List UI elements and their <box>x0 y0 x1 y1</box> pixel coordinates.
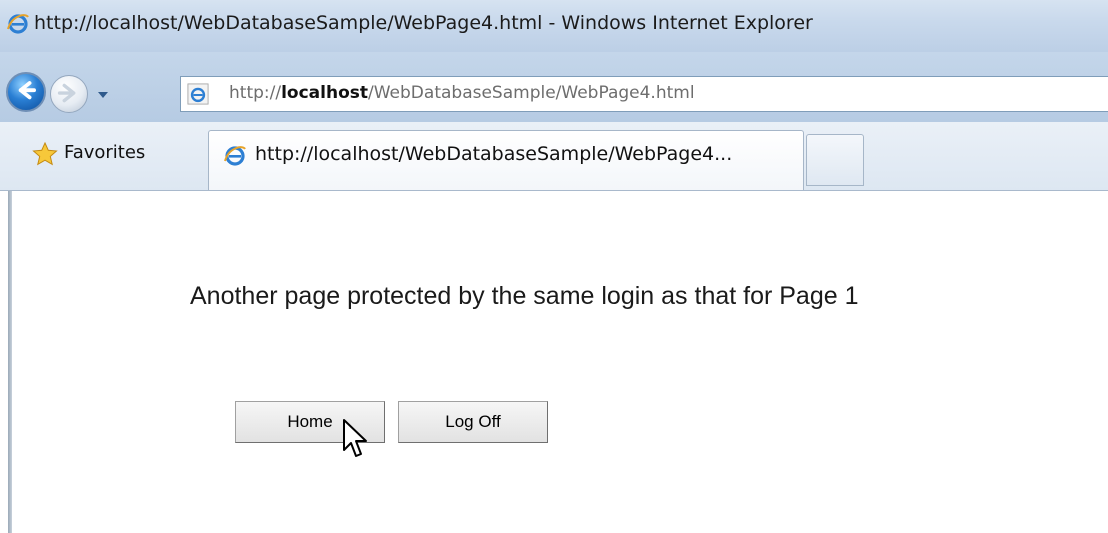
internet-explorer-icon <box>7 14 29 34</box>
page-heading: Another page protected by the same login… <box>190 282 859 310</box>
favorites-button[interactable]: Favorites <box>64 142 145 163</box>
mouse-pointer-icon <box>343 419 367 457</box>
favorites-bar: Favorites http://localhost/WebDatabaseSa… <box>0 122 1108 191</box>
address-url[interactable]: http://localhost/WebDatabaseSample/WebPa… <box>229 83 695 103</box>
window-title: http://localhost/WebDatabaseSample/WebPa… <box>34 12 813 34</box>
window-frame-edge <box>8 191 12 533</box>
address-path: /WebDatabaseSample/WebPage4.html <box>368 83 695 103</box>
tab-title: http://localhost/WebDatabaseSample/WebPa… <box>255 143 733 165</box>
back-button[interactable] <box>6 72 46 112</box>
log-off-button[interactable]: Log Off <box>398 401 548 443</box>
window-title-bar[interactable]: http://localhost/WebDatabaseSample/WebPa… <box>0 0 1108 52</box>
address-prefix: http:// <box>229 83 282 103</box>
internet-explorer-icon <box>187 83 209 105</box>
back-arrow-icon <box>18 81 36 100</box>
new-tab-button[interactable] <box>806 134 864 186</box>
address-host: localhost <box>281 83 369 103</box>
address-bar[interactable]: http://localhost/WebDatabaseSample/WebPa… <box>180 76 1108 112</box>
internet-explorer-icon <box>224 146 246 166</box>
star-icon <box>32 142 58 166</box>
page-content <box>0 191 1108 533</box>
forward-button[interactable] <box>50 75 88 113</box>
navigation-bar: http://localhost/WebDatabaseSample/WebPa… <box>0 52 1108 122</box>
browser-tab-active[interactable]: http://localhost/WebDatabaseSample/WebPa… <box>208 130 804 190</box>
forward-arrow-icon <box>57 83 76 103</box>
recent-pages-dropdown-icon[interactable] <box>94 88 112 102</box>
